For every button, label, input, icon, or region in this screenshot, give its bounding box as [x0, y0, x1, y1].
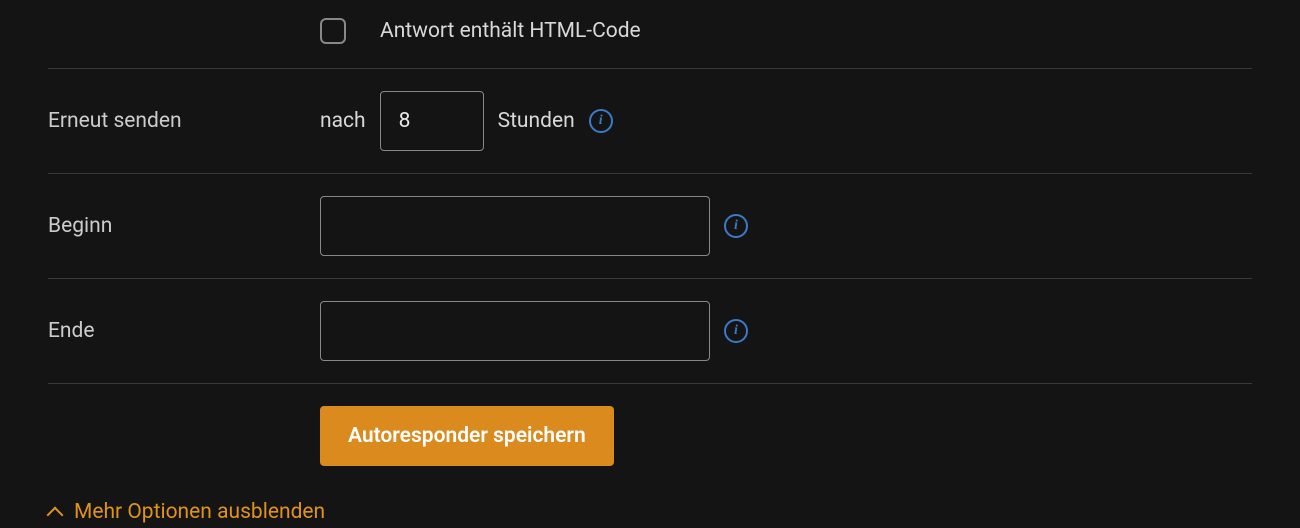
resend-suffix: Stunden [498, 109, 575, 133]
begin-row: Beginn [48, 174, 1252, 279]
resend-row: Erneut senden nach Stunden [48, 69, 1252, 174]
html-code-label: Antwort enthält HTML-Code [380, 19, 641, 43]
begin-label: Beginn [48, 214, 320, 238]
begin-input[interactable] [320, 196, 710, 256]
resend-hours-input[interactable] [380, 91, 484, 151]
end-row: Ende [48, 279, 1252, 384]
resend-label: Erneut senden [48, 109, 320, 133]
end-label: Ende [48, 319, 320, 343]
chevron-up-icon [48, 505, 62, 519]
end-input[interactable] [320, 301, 710, 361]
resend-prefix: nach [320, 109, 366, 133]
toggle-options-label: Mehr Optionen ausblenden [74, 500, 325, 524]
actions-row: Autoresponder speichern [48, 384, 1252, 488]
toggle-options[interactable]: Mehr Optionen ausblenden [48, 488, 1252, 524]
info-icon[interactable] [724, 319, 748, 343]
info-icon[interactable] [589, 109, 613, 133]
html-code-row: Antwort enthält HTML-Code [48, 0, 1252, 69]
html-code-checkbox[interactable] [320, 18, 346, 44]
info-icon[interactable] [724, 214, 748, 238]
save-button[interactable]: Autoresponder speichern [320, 406, 614, 466]
